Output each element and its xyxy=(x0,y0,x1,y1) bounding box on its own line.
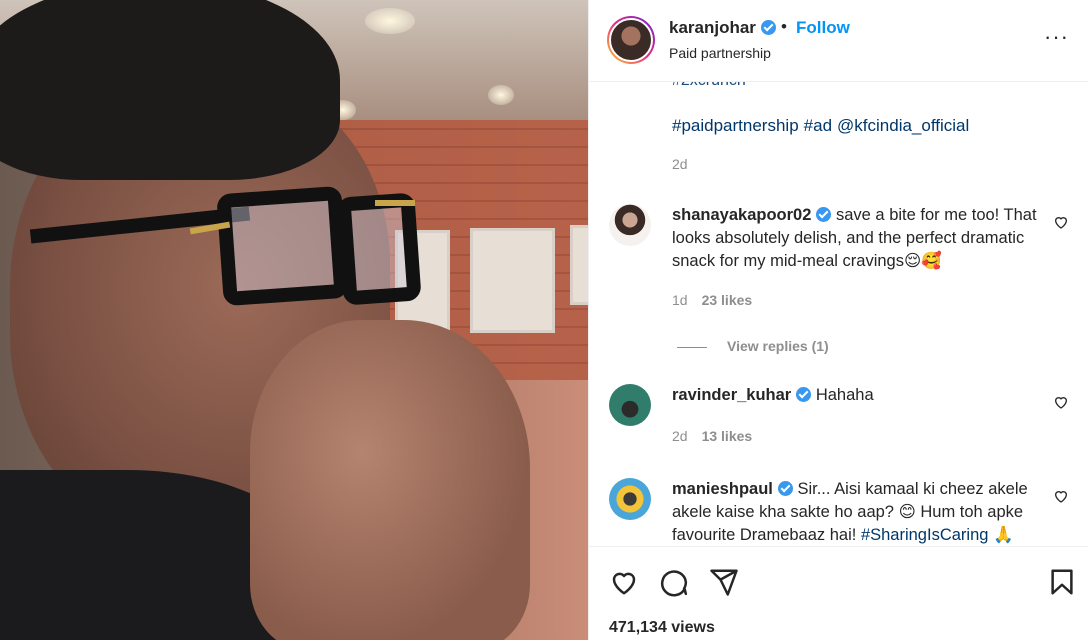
verified-badge-icon xyxy=(777,481,793,496)
view-replies-label: View replies (1) xyxy=(727,338,829,354)
avatar[interactable] xyxy=(609,384,651,426)
comment-item: ravinder_kuhar Hahaha 2d 13 likes xyxy=(609,384,1069,454)
post-author[interactable]: karanjohar xyxy=(669,18,776,38)
post-header: karanjohar • Follow Paid partnership ··· xyxy=(589,0,1088,82)
post-media[interactable] xyxy=(0,0,588,640)
comment-body: Hahaha xyxy=(815,386,874,404)
wall-poster xyxy=(470,228,555,333)
comment-like-heart-icon[interactable] xyxy=(1053,214,1069,230)
bookmark-icon[interactable] xyxy=(1047,567,1077,597)
comment-likes[interactable]: 23 likes xyxy=(702,292,753,308)
comment-time[interactable]: 1d xyxy=(672,292,688,308)
comment-text: ravinder_kuhar Hahaha xyxy=(672,384,1052,407)
comment-username[interactable]: ravinder_kuhar xyxy=(672,386,791,404)
hashtag-link[interactable]: #paidpartnership xyxy=(672,116,799,135)
comment-like-heart-icon[interactable] xyxy=(1053,394,1069,410)
view-count[interactable]: 471,134 views xyxy=(609,619,715,637)
caption-hashtag[interactable]: #2xcrunch xyxy=(672,82,746,90)
person-hand xyxy=(250,320,530,640)
verified-badge-icon xyxy=(760,20,776,35)
caption-timestamp[interactable]: 2d xyxy=(672,156,688,172)
comment-text: shanayakapoor02 save a bite for me too! … xyxy=(672,204,1052,273)
glasses-lens-left xyxy=(216,185,349,307)
comment-meta: 1d 23 likes xyxy=(672,292,752,308)
ceiling-lamp xyxy=(365,8,415,34)
paper-plane-icon[interactable] xyxy=(709,567,739,597)
verified-badge-icon xyxy=(796,387,812,402)
comment-username[interactable]: shanayakapoor02 xyxy=(672,206,811,224)
hashtag-link[interactable]: #ad xyxy=(804,116,832,135)
comment-like-heart-icon[interactable] xyxy=(1053,488,1069,504)
caption-tags: #paidpartnership #ad @kfcindia_official xyxy=(672,116,974,136)
comment-likes[interactable]: 13 likes xyxy=(702,428,753,444)
comments-scroll-area[interactable]: #2xcrunch #paidpartnership #ad @kfcindia_o… xyxy=(589,82,1088,546)
avatar[interactable] xyxy=(607,16,655,64)
wall-poster xyxy=(570,225,588,305)
comment-item: shanayakapoor02 save a bite for me too! … xyxy=(609,204,1069,324)
author-username[interactable]: karanjohar xyxy=(669,18,756,37)
glasses-gold-trim xyxy=(375,200,415,206)
post-actions: 471,134 views xyxy=(589,546,1088,640)
glasses-lens-right xyxy=(336,192,422,306)
hashtag-link[interactable]: #SharingIsCaring xyxy=(861,526,989,544)
person-hair xyxy=(0,0,340,180)
post-side-panel: karanjohar • Follow Paid partnership ···… xyxy=(588,0,1088,640)
comment-time[interactable]: 2d xyxy=(672,428,688,444)
more-options-icon[interactable]: ··· xyxy=(1044,26,1069,48)
follow-button[interactable]: Follow xyxy=(796,18,850,38)
mention-link[interactable]: @kfcindia_official xyxy=(837,116,969,135)
verified-badge-icon xyxy=(816,207,832,222)
paid-partnership-label[interactable]: Paid partnership xyxy=(669,45,771,61)
ceiling-lamp xyxy=(488,85,514,105)
comment-item: manieshpaul Sir... Aisi kamaal ki cheez … xyxy=(609,478,1069,546)
comment-text: manieshpaul Sir... Aisi kamaal ki cheez … xyxy=(672,478,1052,546)
comment-icon[interactable] xyxy=(659,567,689,597)
avatar[interactable] xyxy=(609,204,651,246)
heart-icon[interactable] xyxy=(609,567,639,597)
separator-dot: • xyxy=(781,17,787,36)
comment-body-tail: 🙏 xyxy=(988,526,1014,544)
view-replies-button[interactable]: View replies (1) xyxy=(677,338,829,354)
avatar[interactable] xyxy=(609,478,651,520)
comment-username[interactable]: manieshpaul xyxy=(672,480,773,498)
comment-meta: 2d 13 likes xyxy=(672,428,752,444)
